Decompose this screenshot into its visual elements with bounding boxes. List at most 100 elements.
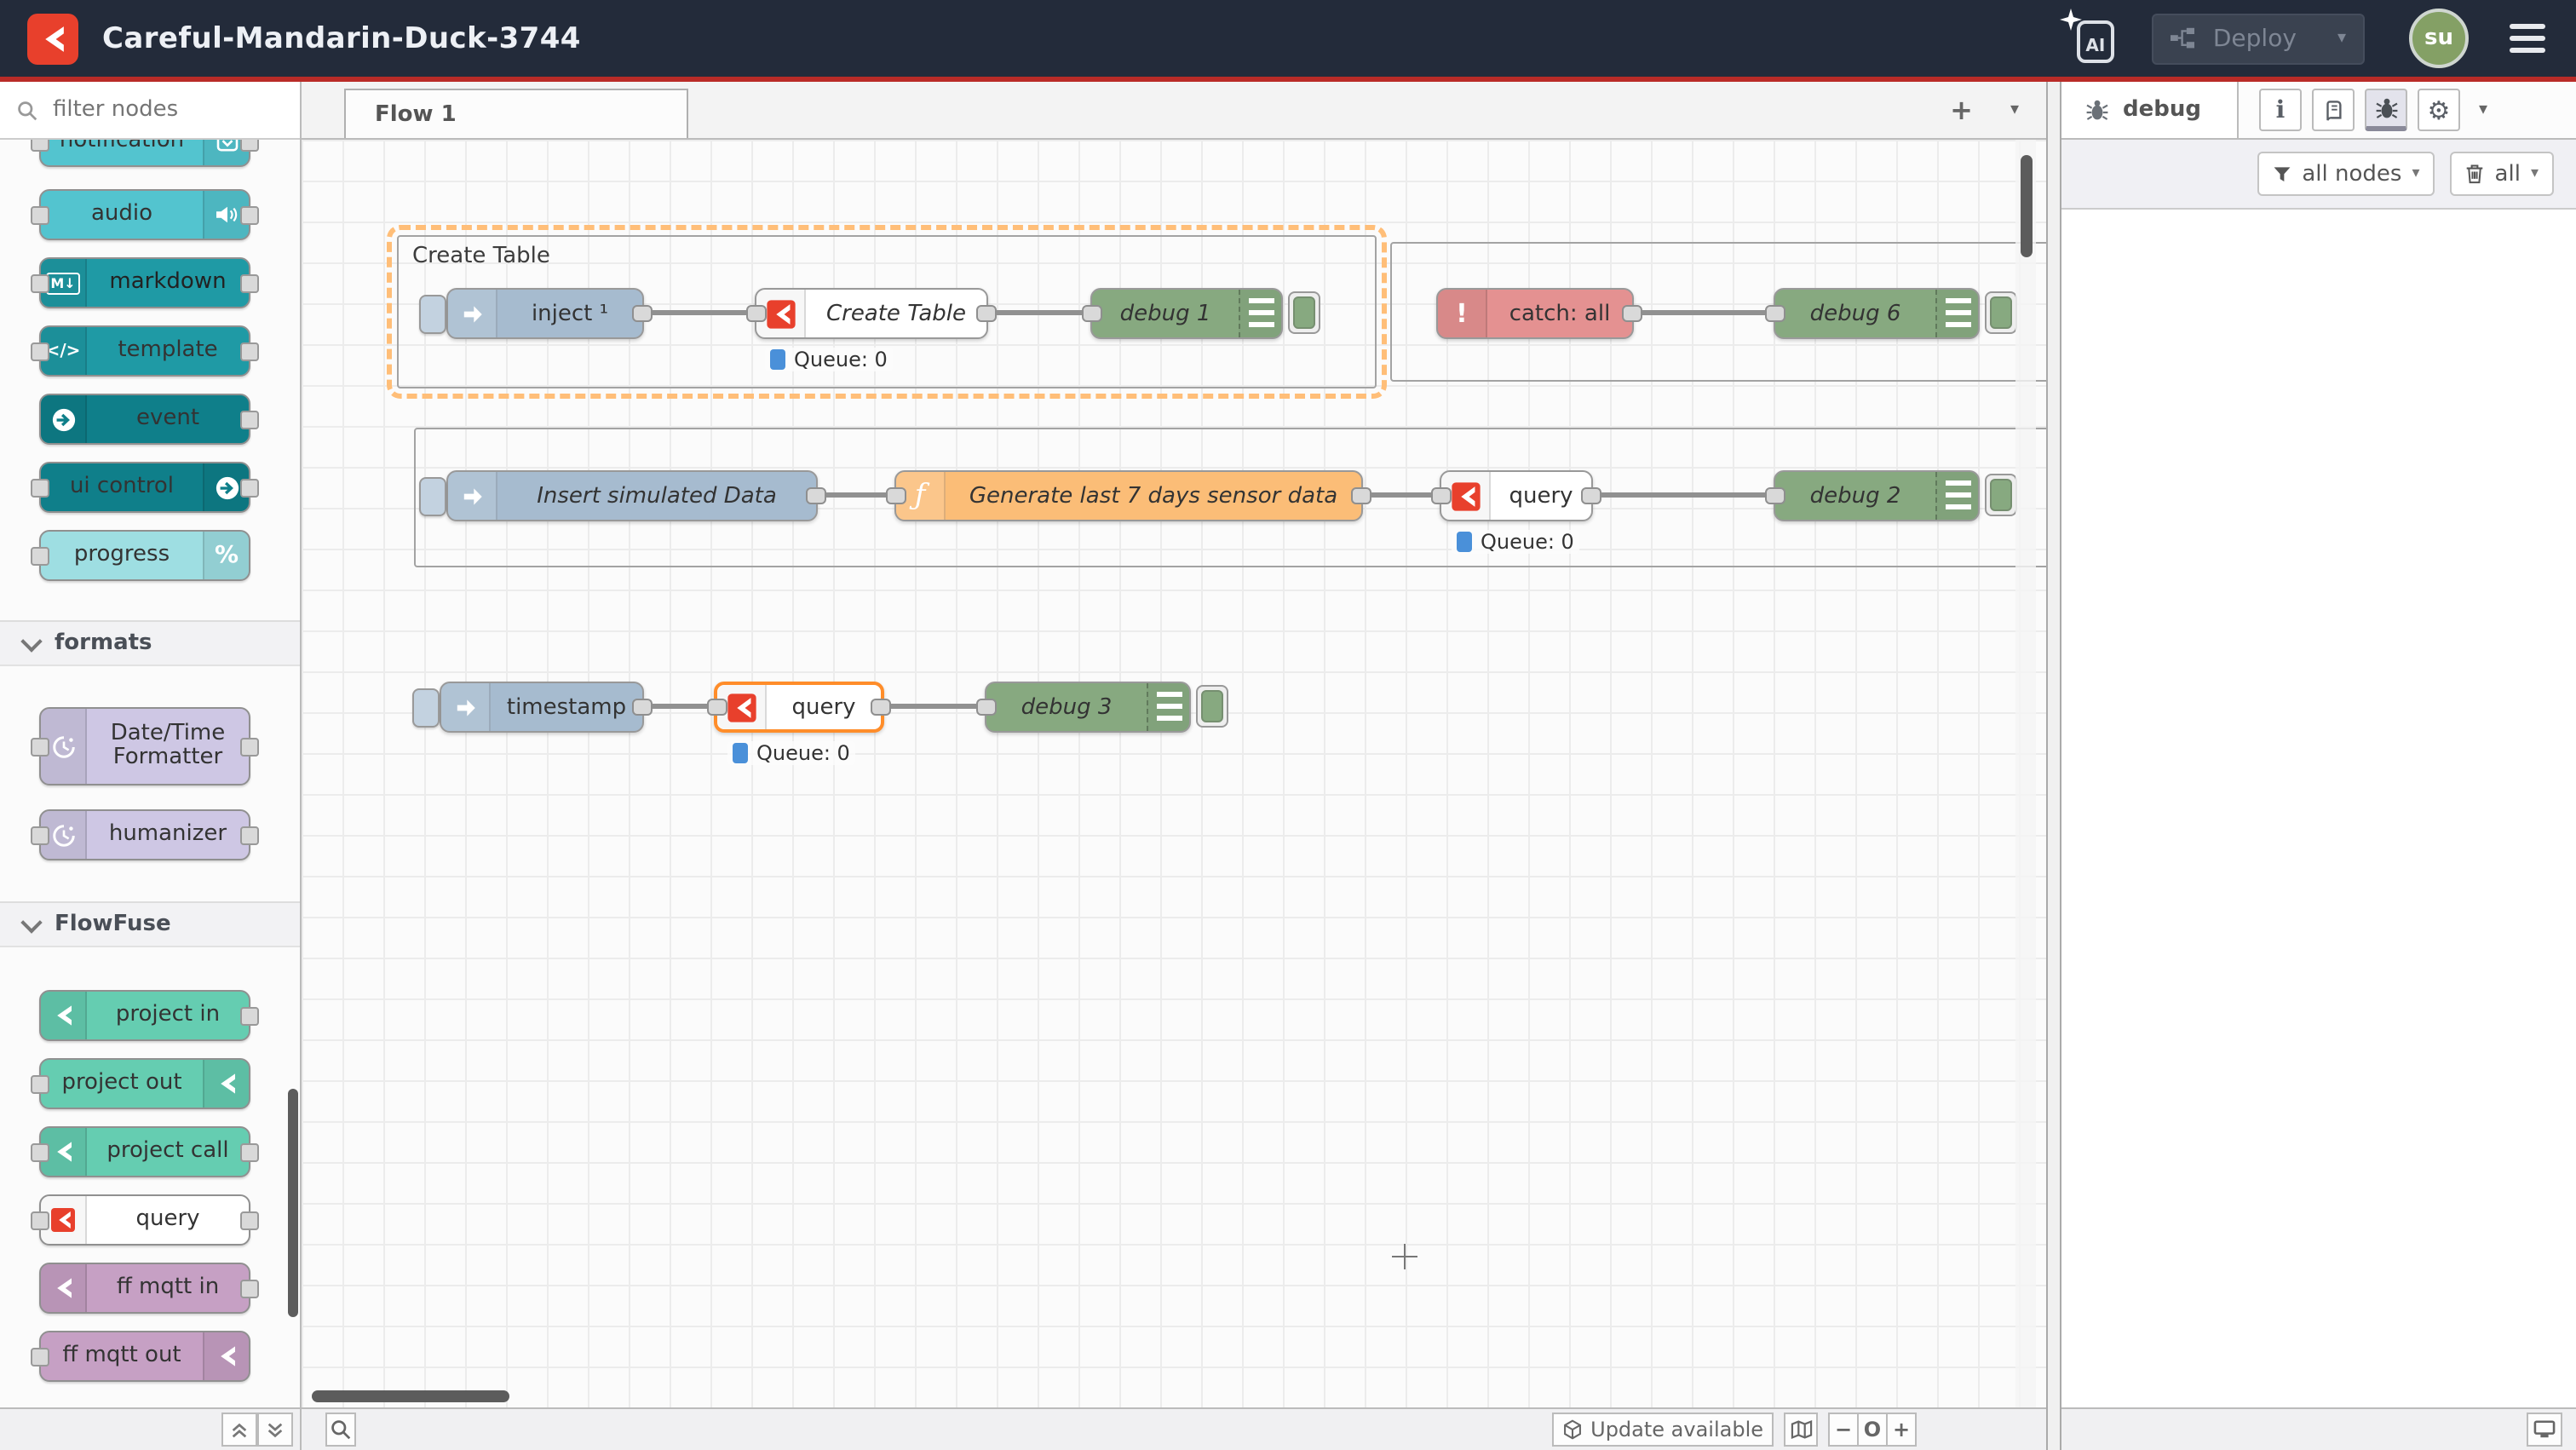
palette-node-audio[interactable]: audio [39, 189, 250, 240]
node-inject-1[interactable]: inject ¹ [446, 288, 644, 339]
caret-down-icon: ▾ [2412, 165, 2419, 182]
debug-enable-toggle[interactable] [1196, 685, 1228, 728]
bug-icon [2085, 99, 2109, 121]
sidebar-info-button[interactable]: i [2259, 89, 2302, 131]
palette-node-progress[interactable]: progress % [39, 530, 250, 581]
node-create-table-query[interactable]: Create Table [755, 288, 988, 339]
minimap-button[interactable] [1784, 1413, 1818, 1447]
sidebar-help-button[interactable] [2312, 89, 2355, 131]
debug-messages-panel[interactable] [2061, 210, 2576, 1407]
palette-node-template[interactable]: </> template [39, 325, 250, 377]
palette-scroll-area[interactable]: notification audio [0, 140, 300, 1407]
deploy-caret-icon[interactable]: ▾ [2337, 29, 2346, 48]
sidebar-splitter[interactable] [2046, 82, 2061, 1450]
node-debug-2[interactable]: debug 2 [1774, 470, 1980, 521]
debug-clear-button[interactable]: all ▾ [2451, 152, 2554, 196]
node-query-3-selected[interactable]: query [714, 682, 884, 733]
node-debug-3[interactable]: debug 3 [985, 682, 1191, 733]
input-port[interactable] [1082, 305, 1102, 322]
inject-button[interactable] [412, 688, 440, 728]
inject-button[interactable] [419, 295, 446, 334]
output-port[interactable] [1622, 305, 1642, 322]
palette-section-formats[interactable]: formats [0, 620, 300, 666]
flow-canvas[interactable]: Create Table [302, 140, 2046, 1407]
output-port[interactable] [1581, 487, 1601, 504]
debug-enable-toggle[interactable] [1985, 474, 2017, 516]
wire[interactable] [1630, 310, 1777, 315]
palette-node-event[interactable]: event [39, 394, 250, 445]
update-available-button[interactable]: Update available [1551, 1413, 1774, 1447]
palette-section-flowfuse[interactable]: FlowFuse [0, 901, 300, 947]
debug-enable-toggle[interactable] [1288, 291, 1320, 334]
flowfuse-logo-icon[interactable] [27, 13, 78, 64]
palette-node-notification[interactable]: notification [39, 140, 250, 167]
output-port[interactable] [632, 699, 653, 716]
canvas-vscroll-thumb[interactable] [2021, 155, 2033, 257]
collapse-categories-button[interactable] [221, 1413, 257, 1447]
main-menu-button[interactable] [2510, 24, 2545, 53]
palette-node-markdown[interactable]: M↓ markdown [39, 257, 250, 308]
output-port[interactable] [632, 305, 653, 322]
ai-assistant-button[interactable]: AI [2063, 13, 2114, 64]
wire[interactable] [986, 310, 1094, 315]
input-port[interactable] [746, 305, 767, 322]
canvas-search-button[interactable] [325, 1413, 356, 1447]
palette-node-project-call[interactable]: project call [39, 1126, 250, 1177]
input-port[interactable] [1765, 487, 1785, 504]
debug-list-icon [1239, 290, 1281, 337]
wire[interactable] [642, 310, 758, 315]
palette-node-ff-mqtt-in[interactable]: ff mqtt in [39, 1263, 250, 1314]
add-flow-button[interactable]: + [1950, 94, 1973, 126]
palette-node-ui-control[interactable]: ui control [39, 462, 250, 513]
node-query-2[interactable]: query [1440, 470, 1593, 521]
output-port[interactable] [1351, 487, 1371, 504]
node-debug-1[interactable]: debug 1 [1090, 288, 1283, 339]
flow-list-caret-icon[interactable]: ▾ [2010, 101, 2019, 119]
open-dashboard-button[interactable] [2527, 1413, 2562, 1447]
palette-node-project-in[interactable]: project in [39, 990, 250, 1041]
node-insert-simulated-data[interactable]: Insert simulated Data [446, 470, 818, 521]
sidebar-tabs-caret-icon[interactable]: ▾ [2479, 101, 2487, 119]
flowfuse-icon [41, 992, 87, 1039]
output-port[interactable] [871, 699, 891, 716]
node-catch-all[interactable]: ! catch: all [1436, 288, 1634, 339]
zoom-reset-button[interactable]: O [1859, 1413, 1888, 1447]
input-port[interactable] [707, 699, 727, 716]
tab-flow-1[interactable]: Flow 1 [344, 89, 688, 138]
output-port[interactable] [976, 305, 997, 322]
user-avatar[interactable]: su [2409, 9, 2469, 68]
node-debug-6[interactable]: debug 6 [1774, 288, 1980, 339]
canvas-vscroll-track[interactable] [2015, 140, 2036, 1407]
palette-node-project-out[interactable]: project out [39, 1058, 250, 1109]
flows-layer[interactable]: Create Table [302, 140, 2046, 1407]
palette-search[interactable] [0, 82, 300, 140]
debug-filter-button[interactable]: all nodes ▾ [2257, 152, 2435, 196]
palette-node-ff-mqtt-out[interactable]: ff mqtt out [39, 1331, 250, 1382]
output-port[interactable] [806, 487, 826, 504]
wire[interactable] [1590, 492, 1777, 498]
debug-list-icon [1935, 290, 1978, 337]
palette-filter-input[interactable] [49, 95, 261, 124]
canvas-hscroll-thumb[interactable] [312, 1390, 509, 1402]
sidebar-config-button[interactable]: ⚙ [2418, 89, 2460, 131]
palette-scrollbar[interactable] [288, 1089, 298, 1317]
sidebar-debug-button[interactable] [2365, 89, 2407, 131]
inject-button[interactable] [419, 477, 446, 516]
wire[interactable] [881, 704, 988, 709]
debug-enable-toggle[interactable] [1985, 291, 2017, 334]
arrow-circle-icon [41, 395, 87, 443]
deploy-button[interactable]: Deploy ▾ [2152, 13, 2365, 64]
zoom-in-button[interactable]: + [1888, 1413, 1917, 1447]
node-generate-sensor-data[interactable]: ƒ Generate last 7 days sensor data [894, 470, 1363, 521]
palette-node-query[interactable]: query [39, 1194, 250, 1246]
input-port[interactable] [1431, 487, 1452, 504]
input-port[interactable] [886, 487, 906, 504]
input-port[interactable] [1765, 305, 1785, 322]
expand-categories-button[interactable] [257, 1413, 293, 1447]
input-port[interactable] [976, 699, 997, 716]
palette-node-humanizer[interactable]: humanizer [39, 809, 250, 860]
sidebar-tab-debug[interactable]: debug [2061, 82, 2239, 138]
zoom-out-button[interactable]: − [1828, 1413, 1859, 1447]
palette-node-datetime-formatter[interactable]: Date/Time Formatter [39, 707, 250, 785]
node-timestamp[interactable]: timestamp [440, 682, 644, 733]
